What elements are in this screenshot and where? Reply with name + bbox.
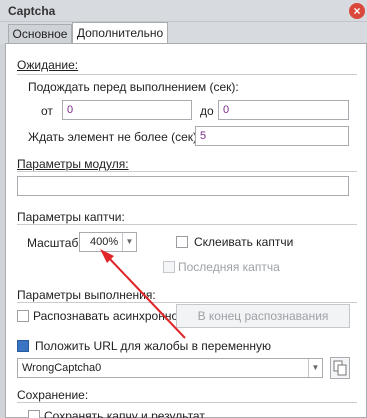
async-label: Распознавать асинхронно	[33, 309, 179, 323]
variable-value: WrongCaptcha0	[22, 362, 102, 374]
chevron-down-icon[interactable]: ▼	[308, 359, 322, 377]
url-var-label: Положить URL для жалобы в переменную	[35, 339, 272, 353]
window-title: Captcha	[8, 4, 56, 18]
scale-select[interactable]: 400% ▼	[79, 232, 137, 252]
divider	[17, 74, 357, 75]
last-captcha-checkbox[interactable]	[163, 261, 175, 273]
copy-variable-button[interactable]	[330, 357, 350, 379]
wait-element-input[interactable]: 5	[195, 126, 349, 146]
to-input[interactable]: 0	[218, 100, 349, 120]
async-checkbox[interactable]	[17, 310, 29, 322]
from-input[interactable]: 0	[62, 100, 192, 120]
glue-captcha-label: Склеивать каптчи	[194, 235, 294, 249]
scale-value: 400%	[90, 236, 119, 248]
divider	[17, 224, 357, 225]
url-var-checkbox[interactable]	[17, 340, 29, 352]
variable-select[interactable]: WrongCaptcha0 ▼	[17, 358, 323, 378]
module-params-input[interactable]	[17, 176, 349, 196]
tab-advanced[interactable]: Дополнительно	[72, 22, 168, 44]
waiting-section-label: Ожидание:	[17, 58, 79, 72]
scale-label: Масштаб	[27, 236, 79, 250]
wait-element-label: Ждать элемент не более (сек):	[28, 130, 201, 144]
from-label: от	[41, 104, 53, 118]
end-recognition-button[interactable]: В конец распознавания	[176, 304, 350, 328]
save-captcha-checkbox[interactable]	[28, 410, 40, 418]
copy-icon	[333, 360, 347, 376]
captcha-params-section-label: Параметры каптчи:	[17, 210, 125, 224]
divider	[17, 402, 357, 403]
tab-strip: Основное Дополнительно	[0, 22, 367, 44]
close-icon: ×	[353, 4, 361, 18]
divider	[17, 171, 357, 172]
last-captcha-label: Последняя каптча	[178, 260, 280, 274]
divider	[17, 302, 357, 303]
title-bar: Captcha ×	[0, 0, 367, 22]
to-label: до	[200, 104, 214, 118]
chevron-down-icon[interactable]: ▼	[122, 233, 136, 251]
exec-params-section-label: Параметры выполнения:	[17, 288, 156, 302]
saving-section-label: Сохранение:	[17, 388, 89, 402]
save-captcha-label: Сохранять капчу и результат	[44, 409, 205, 418]
module-params-section-label: Параметры модуля:	[17, 157, 129, 171]
wait-before-label: Подождать перед выполнением (сек):	[28, 80, 239, 94]
close-button[interactable]: ×	[349, 3, 365, 19]
tab-basic[interactable]: Основное	[8, 24, 72, 44]
settings-panel: Ожидание: Подождать перед выполнением (с…	[5, 43, 367, 418]
